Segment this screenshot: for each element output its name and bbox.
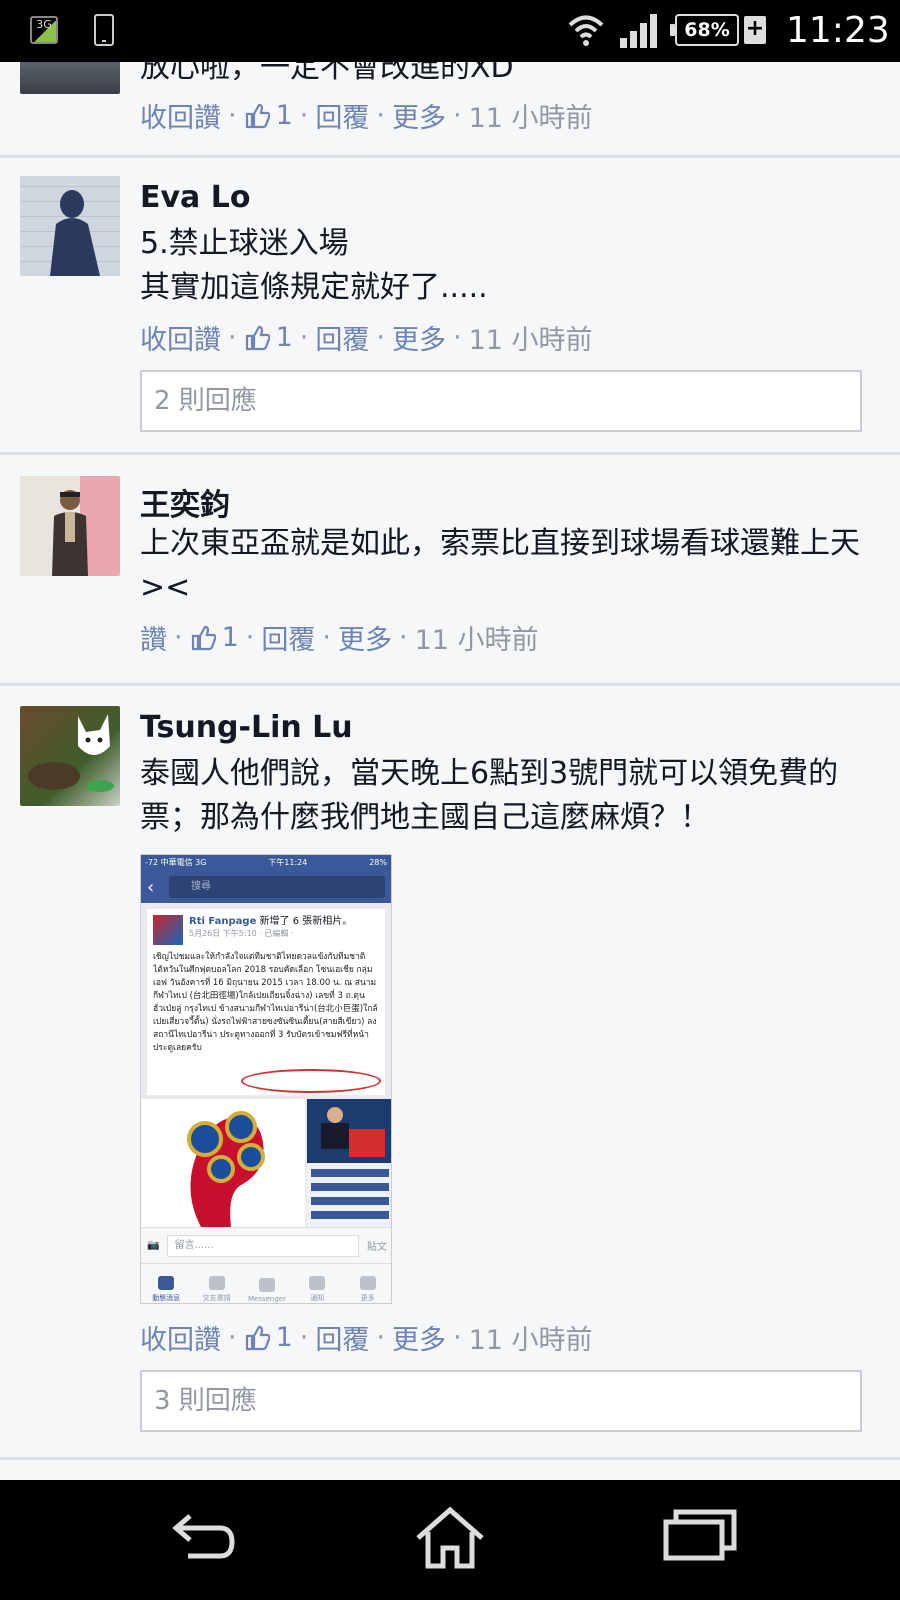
comment-item [0, 1462, 900, 1480]
like-count: 1 [275, 1322, 293, 1353]
attached-screenshot[interactable]: -72 中華電信 3G 下午11:24 28% ‹ 搜尋 Rti Fanpage… [140, 854, 392, 1304]
attached-post-card: Rti Fanpage 新增了 6 張新相片。 5月26日 下午5:10 · 已… [147, 909, 385, 1095]
timestamp: 11 小時前 [468, 325, 593, 356]
like-count: 1 [275, 322, 293, 353]
network-3g-icon: 3G [30, 16, 58, 44]
reply-button[interactable]: 回覆 [261, 618, 315, 657]
post-date: 5月26日 下午5:10 · 已編輯 · [189, 929, 294, 938]
back-icon[interactable] [162, 1504, 242, 1574]
view-replies-button[interactable]: 3 則回應 [140, 1370, 862, 1432]
like-count: 1 [275, 100, 293, 131]
more-button[interactable]: 更多 [392, 1318, 446, 1357]
author-name[interactable]: 王奕鈞 [140, 480, 230, 524]
timestamp: 11 小時前 [468, 103, 593, 134]
comment-feed[interactable]: 放心啦，一定不會改進的XD 收回讚 · 1 · 回覆 · 更多 · 11 小時前… [0, 62, 900, 1480]
avatar[interactable] [20, 176, 120, 276]
status-bar: 3G 68% + 11:23 [0, 0, 900, 62]
camera-icon: 📷 [147, 1240, 160, 1251]
like-button[interactable]: 收回讚 [140, 318, 221, 357]
comment-item: 放心啦，一定不會改進的XD 收回讚 · 1 · 回覆 · 更多 · 11 小時前 [0, 62, 900, 158]
avatar-cat-image [28, 714, 114, 792]
avatar[interactable] [20, 706, 120, 806]
avatar-shadow-image [50, 190, 100, 276]
attached-status-bar: -72 中華電信 3G 下午11:24 28% [141, 855, 391, 871]
signal-icon [620, 14, 657, 48]
clock: 11:23 [786, 10, 890, 51]
tab-more: 更多 [344, 1276, 391, 1303]
phone-icon [94, 14, 114, 46]
charging-icon: + [744, 16, 766, 44]
timestamp: 11 小時前 [414, 625, 539, 656]
avatar-person-image [52, 490, 88, 576]
comment-actions: 收回讚 · 1 · 回覆 · 更多 · 11 小時前 [140, 96, 593, 135]
tab-news-feed: 動態消息 [142, 1276, 190, 1303]
home-icon[interactable] [410, 1504, 490, 1574]
team-photo-image [307, 1099, 391, 1227]
author-name[interactable]: Tsung-Lin Lu [140, 710, 353, 745]
attached-post-button: 貼文 [367, 1242, 387, 1253]
attached-comment-bar: 📷 留言...... 貼文 [141, 1227, 391, 1263]
timestamp: 11 小時前 [468, 1325, 593, 1356]
thumbs-up-icon [245, 1325, 270, 1350]
attached-search-box: 搜尋 [169, 876, 385, 898]
comment-text: 放心啦，一定不會改進的XD [140, 62, 514, 85]
post-photos [141, 1099, 391, 1227]
more-button[interactable]: 更多 [392, 318, 446, 357]
attached-comment-input: 留言...... [167, 1234, 359, 1257]
more-button[interactable]: 更多 [338, 618, 392, 657]
comment-actions: 收回讚 · 1 · 回覆 · 更多 · 11 小時前 [140, 318, 593, 357]
reply-button[interactable]: 回覆 [315, 96, 369, 135]
thumbs-up-icon [245, 325, 270, 350]
comment-actions: 收回讚 · 1 · 回覆 · 更多 · 11 小時前 [140, 1318, 593, 1357]
battery-icon: 68% [670, 14, 739, 46]
like-button[interactable]: 收回讚 [140, 1318, 221, 1357]
red-highlight-circle [241, 1069, 381, 1093]
reply-button[interactable]: 回覆 [315, 318, 369, 357]
avatar[interactable] [20, 476, 120, 576]
comment-item: Eva Lo 5.禁止球迷入場 其實加這條規定就好了..... 收回讚 · 1 … [0, 158, 900, 455]
thumbs-up-icon [191, 625, 216, 650]
reply-button[interactable]: 回覆 [315, 1318, 369, 1357]
tab-friend-requests: 交友邀請 [193, 1276, 241, 1303]
more-button[interactable]: 更多 [392, 96, 446, 135]
navigation-bar [0, 1480, 900, 1600]
like-count: 1 [221, 622, 239, 653]
page-action: 新增了 6 張新相片。 [259, 916, 353, 927]
like-button[interactable]: 收回讚 [140, 96, 221, 135]
page-avatar [153, 915, 183, 945]
attached-tab-bar: 動態消息 交友邀請 Messenger 通知 更多 [141, 1263, 391, 1303]
comment-item: 王奕鈞 上次東亞盃就是如此，索票比直接到球場看球還難上天>< 讚 · 1 · 回… [0, 458, 900, 686]
comment-text: 上次東亞盃就是如此，索票比直接到球場看球還難上天>< [140, 526, 860, 605]
tab-notifications: 通知 [293, 1276, 341, 1303]
post-text: เชิญไปชมและให้กำลังใจแด่ทีมชาติไทยดวลแข้… [153, 952, 378, 1053]
author-name[interactable]: Eva Lo [140, 180, 250, 215]
back-chevron-icon: ‹ [147, 876, 155, 898]
recent-apps-icon[interactable] [660, 1504, 740, 1574]
thumbs-up-icon [245, 103, 270, 128]
comment-text: 泰國人他們說，當天晚上6點到3號門就可以領免費的票；那為什麼我們地主國自己這麼麻… [140, 756, 839, 835]
like-button[interactable]: 讚 [140, 618, 167, 657]
view-replies-button[interactable]: 2 則回應 [140, 370, 862, 432]
wifi-icon [568, 15, 604, 46]
comment-actions: 讚 · 1 · 回覆 · 更多 · 11 小時前 [140, 618, 539, 657]
attached-search-bar: ‹ 搜尋 [141, 871, 391, 903]
world-cup-logo-image [141, 1099, 305, 1227]
page-name: Rti Fanpage [189, 916, 257, 927]
comment-text: 5.禁止球迷入場 其實加這條規定就好了..... [140, 226, 488, 305]
comment-item: Tsung-Lin Lu 泰國人他們說，當天晚上6點到3號門就可以領免費的票；那… [0, 688, 900, 1460]
tab-messenger: Messenger [243, 1278, 291, 1303]
avatar[interactable] [20, 62, 120, 94]
